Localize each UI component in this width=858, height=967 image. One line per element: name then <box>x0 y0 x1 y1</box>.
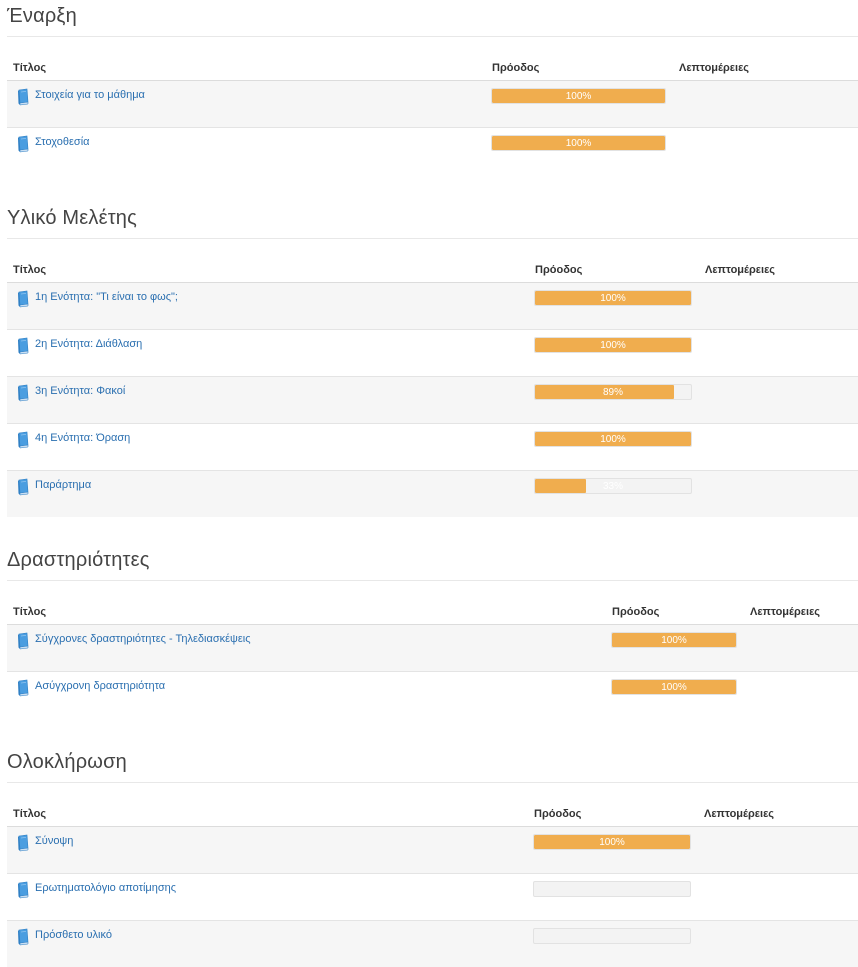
progress-bar: 89% <box>534 384 692 400</box>
column-header-details: Λεπτομέρειες <box>705 264 776 276</box>
column-header-title: Τίτλος <box>13 606 47 618</box>
progress-text: 100% <box>600 340 626 351</box>
section-drastiriotites: Δραστηριότητες Τίτλος Πρόοδος Λεπτομέρει… <box>7 549 858 719</box>
progress-bar: 100% <box>491 88 666 104</box>
progress-text: 100% <box>600 293 626 304</box>
progress-text: 89% <box>602 387 623 398</box>
column-header-details: Λεπτομέρειες <box>704 808 775 820</box>
progress-text: 100% <box>661 682 687 693</box>
progress-bar <box>533 928 691 944</box>
progress-bar: 100% <box>534 337 692 353</box>
book-icon <box>17 290 30 308</box>
table-row: Σύνοψη 100% <box>7 827 858 874</box>
item-link-enotita-4[interactable]: 4η Ενότητα: Όραση <box>35 432 130 444</box>
column-header-progress: Πρόοδος <box>492 62 540 74</box>
table-row: 3η Ενότητα: Φακοί 89% <box>7 377 858 424</box>
table-row: Σύγχρονες δραστηριότητες - Τηλεδιασκέψει… <box>7 625 858 672</box>
progress-text: 100% <box>661 635 687 646</box>
table-row: 4η Ενότητα: Όραση 100% <box>7 424 858 471</box>
item-link-erotimatologio[interactable]: Ερωτηματολόγιο αποτίμησης <box>35 882 176 894</box>
book-icon <box>17 384 30 402</box>
table-row: Ερωτηματολόγιο αποτίμησης <box>7 874 858 921</box>
book-icon <box>17 337 30 355</box>
progress-bar: 33% <box>534 478 692 494</box>
progress-bar: 100% <box>611 632 737 648</box>
table-row: Ασύγχρονη δραστηριότητα 100% <box>7 672 858 718</box>
progress-bar <box>533 881 691 897</box>
book-icon <box>17 135 30 153</box>
column-header-details: Λεπτομέρειες <box>679 62 750 74</box>
section-title: Δραστηριότητες <box>7 549 150 571</box>
item-link-sygxrones[interactable]: Σύγχρονες δραστηριότητες - Τηλεδιασκέψει… <box>35 633 251 645</box>
section-title: Ολοκλήρωση <box>7 751 127 773</box>
column-header-progress: Πρόοδος <box>612 606 660 618</box>
book-icon <box>17 881 30 899</box>
column-header-title: Τίτλος <box>13 62 47 74</box>
section-oloklirosi: Ολοκλήρωση Τίτλος Πρόοδος Λεπτομέρειες Σ… <box>7 751 858 967</box>
book-icon <box>17 632 30 650</box>
table-row: Παράρτημα 33% <box>7 471 858 517</box>
section-divider <box>7 238 858 239</box>
progress-text: 100% <box>565 138 592 149</box>
progress-text: 100% <box>600 434 626 445</box>
section-yliko-meletis: Υλικό Μελέτης Τίτλος Πρόοδος Λεπτομέρειε… <box>7 207 858 519</box>
book-icon <box>17 679 30 697</box>
item-link-prostheto[interactable]: Πρόσθετο υλικό <box>35 929 112 941</box>
section-divider <box>7 782 858 783</box>
section-enarxi: Έναρξη Τίτλος Πρόοδος Λεπτομέρειες Στοιχ… <box>7 5 858 175</box>
book-icon <box>17 834 30 852</box>
item-link-parartima[interactable]: Παράρτημα <box>35 479 91 491</box>
table-row: Στοχοθεσία 100% <box>7 128 858 174</box>
progress-bar: 100% <box>534 290 692 306</box>
book-icon <box>17 88 30 106</box>
item-link-asygxroni[interactable]: Ασύγχρονη δραστηριότητα <box>35 680 165 692</box>
table-row: Στοιχεία για το μάθημα 100% <box>7 81 858 128</box>
section-title: Υλικό Μελέτης <box>7 207 137 229</box>
section-divider <box>7 36 858 37</box>
table-row: 2η Ενότητα: Διάθλαση 100% <box>7 330 858 377</box>
progress-text: 33% <box>602 481 623 492</box>
item-link-enotita-1[interactable]: 1η Ενότητα: "Τι είναι το φως"; <box>35 291 178 303</box>
section-title: Έναρξη <box>7 5 77 27</box>
progress-bar: 100% <box>534 431 692 447</box>
progress-bar: 100% <box>491 135 666 151</box>
progress-text: 100% <box>599 837 625 848</box>
column-header-progress: Πρόοδος <box>535 264 583 276</box>
item-link-stoxothesia[interactable]: Στοχοθεσία <box>35 136 90 148</box>
column-header-title: Τίτλος <box>13 808 47 820</box>
item-link-synopsi[interactable]: Σύνοψη <box>35 835 73 847</box>
book-icon <box>17 478 30 496</box>
progress-bar: 100% <box>533 834 691 850</box>
book-icon <box>17 928 30 946</box>
progress-bar: 100% <box>611 679 737 695</box>
table-row: Πρόσθετο υλικό <box>7 921 858 967</box>
table-row: 1η Ενότητα: "Τι είναι το φως"; 100% <box>7 283 858 330</box>
item-link-enotita-2[interactable]: 2η Ενότητα: Διάθλαση <box>35 338 142 350</box>
column-header-title: Τίτλος <box>13 264 47 276</box>
column-header-progress: Πρόοδος <box>534 808 582 820</box>
item-link-enotita-3[interactable]: 3η Ενότητα: Φακοί <box>35 385 125 397</box>
section-divider <box>7 580 858 581</box>
progress-text: 100% <box>565 91 592 102</box>
column-header-details: Λεπτομέρειες <box>750 606 821 618</box>
book-icon <box>17 431 30 449</box>
item-link-stoixeia[interactable]: Στοιχεία για το μάθημα <box>35 89 145 101</box>
